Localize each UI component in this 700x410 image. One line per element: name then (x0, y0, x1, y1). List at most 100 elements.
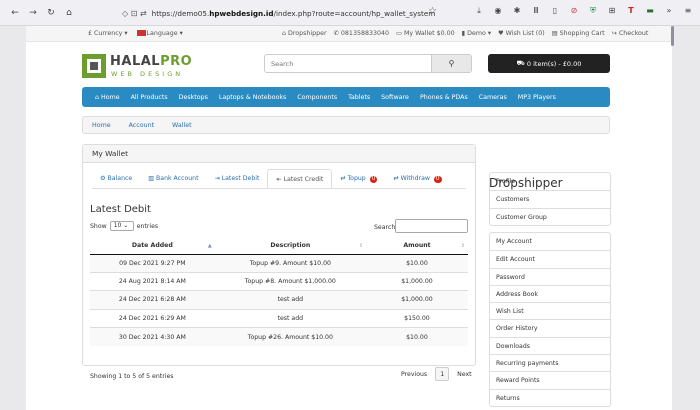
phone-link[interactable]: ✆ 081358833040 (334, 30, 389, 37)
dropshipper-link[interactable]: ⌂ Dropshipper (282, 30, 327, 37)
sidebar-group-dropshipper: Profile Customers Customer Group (489, 172, 611, 226)
download-icon[interactable]: ⤓ (474, 6, 484, 16)
table-row: 09 Dec 2021 9:27 PM Topup #9. Amount $10… (90, 253, 468, 273)
menu-item-components[interactable]: Components (297, 94, 337, 101)
library-icon[interactable]: Ⅲ (531, 6, 541, 16)
breadcrumb-wallet[interactable]: Wallet (172, 122, 192, 129)
pocket-icon[interactable]: ◉ (493, 6, 503, 16)
logo-subtitle: WEB DESIGN (111, 70, 184, 78)
demo-user-dropdown[interactable]: ▮ Demo ▾ (462, 30, 491, 37)
column-header-date[interactable]: Date Added ▲ (90, 238, 215, 255)
reload-icon[interactable]: ↻ (44, 6, 58, 20)
table-search-input[interactable] (395, 219, 468, 233)
cell-amount: $150.00 (365, 308, 468, 328)
menu-item-tablets[interactable]: Tablets (348, 94, 370, 101)
bookmark-star-icon[interactable]: ☆ (428, 6, 437, 17)
breadcrumb-home[interactable]: Home (92, 122, 111, 129)
cell-description: Topup #9. Amount $10.00 (214, 253, 366, 273)
cart-icon: ⛟ (516, 59, 527, 67)
shield-ext-icon[interactable]: ⛨ (588, 6, 598, 16)
page-length-select[interactable]: 10 ⌄ (109, 221, 134, 231)
entries-label: entries (136, 222, 159, 230)
shopping-cart-link[interactable]: ▤ Shopping Cart (552, 30, 605, 37)
sidebar-icon[interactable]: ▯ (550, 6, 560, 16)
sidebar-item-recurring-payments[interactable]: Recurring payments (490, 354, 610, 371)
tab-bank-account[interactable]: ▥ Bank Account (140, 169, 206, 188)
wallet-link[interactable]: ▭ My Wallet $0.00 (396, 30, 455, 37)
menu-item-all-products[interactable]: All Products (131, 94, 168, 101)
menu-item-software[interactable]: Software (381, 94, 409, 101)
extension-icon[interactable]: ✱ (512, 6, 522, 16)
checkout-link[interactable]: ↪ Checkout (612, 30, 649, 37)
cell-description: Topup #26. Amount $10.00 (214, 327, 366, 346)
next-button[interactable]: Next (457, 371, 471, 378)
tab-balance[interactable]: ⚙ Balance (92, 169, 140, 188)
tab-topup[interactable]: ⇄ Topup 0 (332, 169, 385, 188)
tab-withdraw[interactable]: ⇄ Withdraw 0 (385, 169, 449, 188)
menu-item-cameras[interactable]: Cameras (479, 94, 507, 101)
menu-item-mp3[interactable]: MP3 Players (518, 94, 556, 101)
back-icon[interactable]: ← (8, 6, 22, 20)
grid-ext-icon[interactable]: ⊞ (607, 6, 617, 16)
sidebar-item-password[interactable]: Password (490, 267, 610, 285)
site-logo[interactable]: HALALPRO WEB DESIGN (82, 54, 192, 80)
vertical-scrollbar[interactable] (671, 26, 674, 46)
sidebar-item-returns[interactable]: Returns (490, 388, 610, 406)
top-navigation: £ Currency ▾ Language ▾ ⌂ Dropshipper ✆ … (26, 26, 672, 42)
cell-date: 24 Dec 2021 6:28 AM (90, 290, 215, 310)
page-1-button[interactable]: 1 (435, 367, 450, 381)
menu-item-home[interactable]: ⌂ Home (95, 94, 120, 101)
table-row: 24 Dec 2021 6:28 AM test add $1,000.00 (90, 290, 468, 310)
cell-amount: $1,000.00 (365, 271, 468, 291)
column-header-amount[interactable]: Amount ⇕ (365, 238, 468, 255)
currency-dropdown[interactable]: £ Currency ▾ (88, 30, 128, 37)
search-button[interactable]: ⚲ (431, 55, 471, 72)
sidebar-item-my-account[interactable]: My Account (490, 233, 610, 250)
sidebar-item-reward-points[interactable]: Reward Points (490, 371, 610, 388)
sidebar-item-profile[interactable]: Profile (490, 173, 610, 190)
menu-item-laptops[interactable]: Laptops & Notebooks (219, 94, 286, 101)
table-row: 24 Aug 2021 8:14 AM Topup #8. Amount $1,… (90, 271, 468, 291)
sidebar-item-customer-group[interactable]: Customer Group (490, 207, 610, 225)
browser-extensions: ⤓ ◉ ✱ Ⅲ ▯ ⊘ ⛨ ⊞ T ▬ » ≡ (474, 6, 693, 16)
block-icon[interactable]: ⊘ (569, 6, 579, 16)
panel-title: My Wallet (83, 145, 475, 163)
table-info: Showing 1 to 5 of 5 entries (90, 373, 174, 380)
t-ext-icon[interactable]: T (626, 6, 636, 16)
sidebar-item-customers[interactable]: Customers (490, 190, 610, 207)
forward-icon[interactable]: → (26, 6, 40, 20)
tab-latest-credit[interactable]: ⇤ Latest Credit (267, 169, 333, 188)
web-page: £ Currency ▾ Language ▾ ⌂ Dropshipper ✆ … (26, 26, 672, 410)
sort-icon: ⇕ (460, 243, 465, 249)
cell-date: 24 Aug 2021 8:14 AM (90, 271, 215, 291)
breadcrumb: Home Account Wallet (82, 116, 610, 134)
flag-ext-icon[interactable]: ▬ (645, 6, 655, 16)
wishlist-link[interactable]: ♥ Wish List (0) (498, 30, 545, 37)
search-input[interactable] (265, 55, 431, 72)
cell-description: test add (214, 290, 366, 310)
cart-button[interactable]: ⛟ 0 item(s) - £0.00 (488, 54, 610, 73)
menu-item-phones[interactable]: Phones & PDAs (420, 94, 468, 101)
previous-button[interactable]: Previous (401, 371, 427, 378)
column-header-description[interactable]: Description ⇕ (214, 238, 366, 255)
menu-item-desktops[interactable]: Desktops (179, 94, 208, 101)
url-text: https://demo05.hpwebdesign.id/index.php?… (151, 8, 436, 18)
main-menu: ⌂ Home All Products Desktops Laptops & N… (82, 87, 610, 107)
search-icon: ⚲ (448, 59, 455, 68)
sidebar-item-order-history[interactable]: Order History (490, 319, 610, 336)
sidebar-item-address-book[interactable]: Address Book (490, 284, 610, 302)
sidebar-item-wish-list[interactable]: Wish List (490, 302, 610, 319)
tab-latest-debit[interactable]: ⇥ Latest Debit (207, 169, 268, 188)
pagination: Previous 1 Next (401, 367, 472, 381)
logo-brand: HALALPRO (110, 54, 193, 69)
url-bar[interactable]: ◇ ⊡ ⇄ https://demo05.hpwebdesign.id/inde… (122, 5, 442, 21)
cell-description: test add (214, 308, 366, 328)
language-dropdown[interactable]: Language ▾ (136, 30, 183, 37)
topup-badge: 0 (369, 176, 378, 183)
overflow-icon[interactable]: » (664, 6, 674, 16)
sidebar-item-edit-account[interactable]: Edit Account (490, 250, 610, 267)
home-icon[interactable]: ⌂ (62, 6, 76, 20)
sidebar-item-downloads[interactable]: Downloads (490, 336, 610, 354)
breadcrumb-account[interactable]: Account (129, 122, 154, 129)
menu-icon[interactable]: ≡ (683, 6, 693, 16)
